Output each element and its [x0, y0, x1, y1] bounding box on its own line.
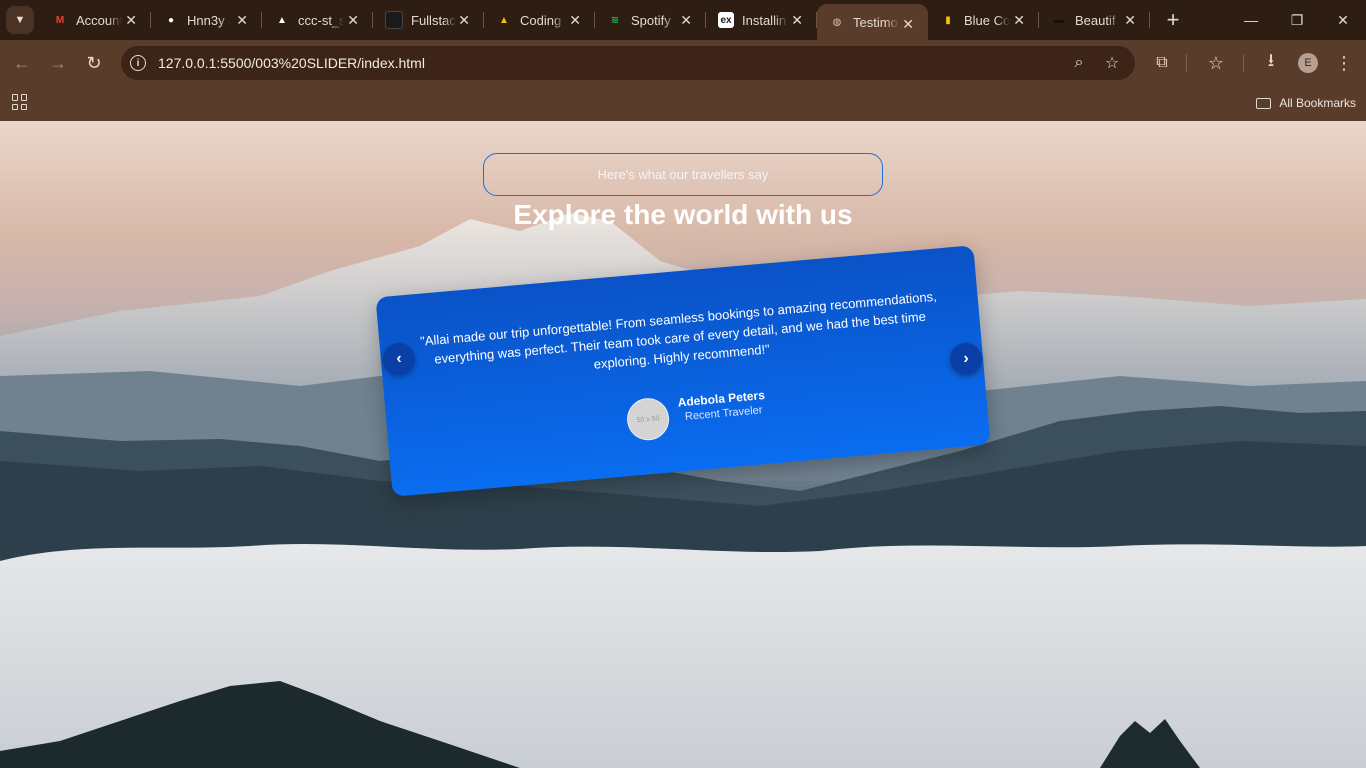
testimonial-quote: "Allai made our trip unforgettable! From…	[419, 288, 938, 372]
browser-tab[interactable]: M Account ✕	[40, 0, 151, 40]
tab-search-button[interactable]: ▼	[6, 6, 34, 34]
zoom-icon[interactable]: ⌕	[1068, 52, 1090, 74]
dark-square-icon	[385, 11, 403, 29]
tab-title: Hnn3y	[187, 12, 225, 28]
browser-tab[interactable]: ▮ Blue Co ✕	[928, 0, 1039, 40]
minimize-icon: —	[1244, 12, 1258, 28]
browser-tab[interactable]: Fullstac ✕	[373, 0, 484, 40]
close-window-button[interactable]: ✕	[1320, 0, 1366, 40]
tab-title: Fullstac	[411, 12, 456, 28]
extensions-button[interactable]: ⧉	[1147, 48, 1177, 78]
url-text[interactable]: 127.0.0.1:5500/003%20SLIDER/index.html	[158, 55, 425, 71]
tab-title: Blue Co	[964, 12, 1010, 28]
chevron-left-icon: ‹	[396, 350, 402, 367]
tab-title: Spotify	[631, 12, 671, 28]
site-info-icon[interactable]: i	[130, 55, 146, 71]
tab-title: ccc-st_s	[298, 12, 344, 28]
close-tab-icon[interactable]: ✕	[680, 12, 692, 28]
arrow-right-icon: →	[49, 52, 67, 73]
github-icon: ●	[167, 14, 175, 26]
chevron-down-icon: ▼	[14, 14, 26, 26]
browser-tab[interactable]: ▲ Coding ✕	[484, 0, 595, 40]
ex-icon: ex	[718, 12, 734, 28]
chevron-right-icon: ›	[963, 350, 969, 367]
tab-title: Coding	[520, 12, 562, 28]
previous-slide-button[interactable]: ‹	[383, 343, 415, 375]
folder-icon	[1256, 97, 1272, 109]
browser-toolbar: ← → ↻ i 127.0.0.1:5500/003%20SLIDER/inde…	[0, 40, 1366, 86]
google-drive-icon: ▲	[499, 14, 509, 26]
profile-avatar[interactable]: E	[1298, 53, 1318, 73]
minimize-button[interactable]: —	[1228, 0, 1274, 40]
all-bookmarks-button[interactable]: All Bookmarks	[1256, 92, 1356, 114]
close-tab-icon[interactable]: ✕	[347, 12, 359, 28]
browser-menu-button[interactable]: ⋮	[1329, 48, 1359, 78]
apps-grid-icon[interactable]	[12, 94, 28, 110]
close-icon: ✕	[1337, 11, 1349, 28]
vercel-icon: ▲	[277, 14, 287, 26]
gmail-icon: M	[55, 14, 65, 26]
arrow-left-icon: ←	[13, 52, 31, 73]
download-icon: ⭳	[1267, 50, 1275, 70]
address-bar[interactable]: i 127.0.0.1:5500/003%20SLIDER/index.html…	[121, 46, 1135, 80]
star-list-icon: ☆	[1207, 52, 1225, 73]
toolbar-divider	[1186, 54, 1187, 72]
page-viewport: Here's what our travellers say Explore t…	[0, 121, 1366, 768]
page-title: Explore the world with us	[513, 199, 853, 230]
close-tab-icon[interactable]: ✕	[236, 12, 248, 28]
downloads-button[interactable]: ⭳	[1256, 48, 1286, 78]
tab-list: M Account ✕ ● Hnn3y ✕ ▲ ccc-st_s ✕ Fullstac ✕ ▲ Codi…	[40, 0, 1150, 40]
spotify-icon: ≋	[610, 14, 620, 26]
author-avatar: 50 x 50	[625, 396, 671, 442]
close-tab-icon[interactable]: ✕	[458, 12, 470, 28]
close-tab-icon[interactable]: ✕	[1124, 12, 1136, 28]
maximize-button[interactable]: ❐	[1274, 0, 1320, 40]
tab-title: Installin	[742, 12, 787, 28]
new-tab-button[interactable]: +	[1158, 5, 1188, 35]
browser-tab[interactable]: ≋ Spotify ✕	[595, 0, 706, 40]
close-tab-icon[interactable]: ✕	[125, 12, 137, 28]
tab-title: Beautif	[1075, 12, 1116, 28]
reload-icon: ↻	[86, 52, 102, 73]
browser-tab[interactable]: ex Installin ✕	[706, 0, 817, 40]
browser-tab[interactable]: ◍ Testimo ✕	[817, 4, 928, 40]
browser-tab[interactable]: ● Hnn3y ✕	[151, 0, 262, 40]
browser-tab[interactable]: ▲ ccc-st_s ✕	[262, 0, 373, 40]
close-tab-icon[interactable]: ✕	[791, 12, 803, 28]
bookmark-star-icon[interactable]: ☆	[1101, 52, 1123, 74]
close-tab-icon[interactable]: ✕	[902, 16, 914, 32]
next-slide-button[interactable]: ›	[950, 343, 982, 375]
forward-button[interactable]: →	[43, 48, 73, 78]
tab-title: Account	[76, 12, 122, 28]
browser-tab[interactable]: ▬ Beautif ✕	[1039, 0, 1150, 40]
plus-icon: +	[1166, 7, 1180, 32]
all-bookmarks-label: All Bookmarks	[1279, 96, 1356, 110]
tab-divider	[1149, 12, 1150, 28]
colors-icon: ▮	[945, 14, 951, 26]
back-button[interactable]: ←	[7, 48, 37, 78]
tab-strip: ▼ M Account ✕ ● Hnn3y ✕ ▲ ccc-st_s ✕ Fullstac ✕ ▲ Co…	[0, 0, 1366, 40]
globe-icon: ◍	[832, 16, 842, 28]
reading-list-button[interactable]: ☆	[1201, 48, 1231, 78]
puzzle-icon: ⧉	[1156, 54, 1168, 71]
close-tab-icon[interactable]: ✕	[1013, 12, 1025, 28]
bookmarks-bar: All Bookmarks	[0, 86, 1366, 121]
template-icon: ▬	[1054, 14, 1064, 26]
tab-title: Testimo	[853, 14, 898, 30]
maximize-icon: ❐	[1290, 11, 1304, 28]
reload-button[interactable]: ↻	[79, 48, 109, 78]
toolbar-divider	[1243, 54, 1244, 72]
close-tab-icon[interactable]: ✕	[569, 12, 581, 28]
section-tagline: Here's what our travellers say	[483, 153, 883, 196]
kebab-menu-icon: ⋮	[1335, 52, 1353, 73]
